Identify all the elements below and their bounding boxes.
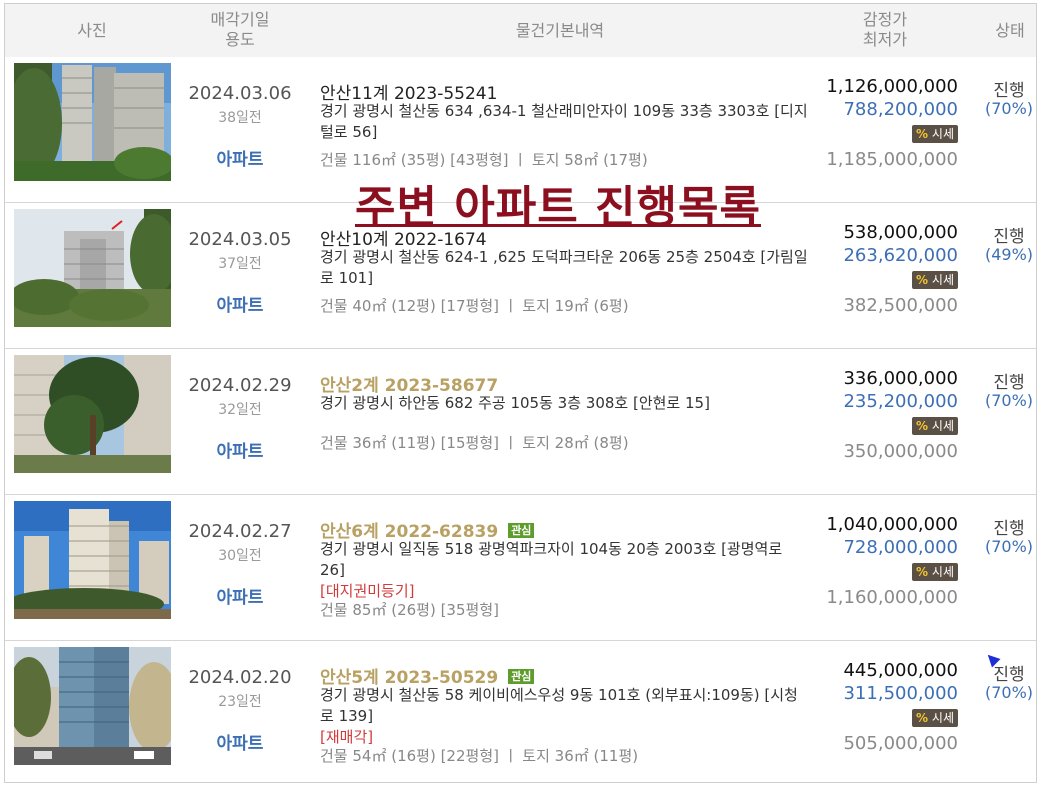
header-date-line2: 용도 [225,30,255,49]
status-ratio: (70%) [984,391,1034,410]
appraisal-price: 1,040,000,000 [826,514,958,535]
percent-icon: % [916,419,929,433]
interest-tag: 관심 [508,669,535,684]
address: 경기 광명시 철산동 624-1 ,625 도덕파크타운 206동 25층 25… [320,248,808,287]
auction-list-table: 사진 매각기일 용도 물건기본내역 감정가 최저가 상태 2024.03.06 … [4,3,1037,783]
days-ago: 37일전 [218,256,262,272]
area-info: 건물 40㎡ (12평) [17평형] ㅣ 토지 19㎡ (6평) [320,297,629,315]
appraisal-price: 538,000,000 [843,222,958,243]
percent-icon: % [916,273,929,287]
market-price: 382,500,000 [843,295,958,316]
market-price-badge[interactable]: % 시세 [912,563,958,581]
interest-tag: 관심 [508,523,535,538]
property-photo[interactable] [14,63,171,181]
usage-link[interactable]: 아파트 [175,729,305,754]
market-label: 시세 [931,711,954,725]
status-ratio: (70%) [984,99,1034,118]
status-text: 진행 [993,227,1025,247]
usage-link[interactable]: 아파트 [175,437,305,462]
auction-date: 2024.02.20 [188,667,292,688]
status-text: 진행 [993,373,1025,393]
market-price-badge[interactable]: % 시세 [912,125,958,143]
auction-date: 2024.03.06 [188,83,292,104]
percent-icon: % [916,127,929,141]
minimum-price: 311,500,000 [843,683,958,704]
status-ratio: (70%) [984,683,1034,702]
header-date-line1: 매각기일 [210,10,270,29]
table-header: 사진 매각기일 용도 물건기본내역 감정가 최저가 상태 [5,4,1036,57]
minimum-price: 728,000,000 [843,537,958,558]
minimum-price: 235,200,000 [843,391,958,412]
days-ago: 32일전 [218,402,262,418]
appraisal-price: 336,000,000 [843,368,958,389]
property-photo[interactable] [14,647,171,765]
header-info: 물건기본내역 [515,21,605,40]
market-label: 시세 [931,127,954,141]
header-status: 상태 [995,21,1025,40]
address: 경기 광명시 하안동 682 주공 105동 3층 308호 [안현로 15] [320,394,710,412]
auction-date: 2024.02.27 [188,521,292,542]
table-row[interactable]: 2024.02.29 32일전 아파트 안산2계 2023-58677 경기 광… [5,349,1036,495]
minimum-price: 263,620,000 [843,245,958,266]
area-info: 건물 85㎡ (26평) [35평형] [320,601,499,619]
market-label: 시세 [931,419,954,433]
address-text: 경기 광명시 철산동 58 케이비에스우성 9동 101호 (외부표시:109동… [320,686,798,725]
property-photo[interactable] [14,209,171,327]
address: 경기 광명시 일직동 518 광명역파크자이 104동 20층 2003호 [광… [320,539,810,602]
usage-link[interactable]: 아파트 [175,291,305,316]
table-row[interactable]: 2024.02.27 30일전 아파트 안산6계 2022-62839 관심 경기… [5,495,1036,641]
status-ratio: (70%) [984,537,1034,556]
overlay-title: 주변 아파트 진행목록 [355,182,761,233]
address: 경기 광명시 철산동 58 케이비에스우성 9동 101호 (외부표시:109동… [320,685,810,748]
market-label: 시세 [931,273,954,287]
header-price-line1: 감정가 [862,10,908,29]
property-photo[interactable] [14,501,171,619]
status-text: 진행 [993,519,1025,539]
market-label: 시세 [931,565,954,579]
usage-link[interactable]: 아파트 [175,145,305,170]
percent-icon: % [916,711,929,725]
market-price: 1,185,000,000 [826,149,958,170]
market-price-badge[interactable]: % 시세 [912,417,958,435]
address: 경기 광명시 철산동 634 ,634-1 철산래미안자이 109동 33층 3… [320,102,808,141]
days-ago: 38일전 [218,110,262,126]
property-photo[interactable] [14,355,171,473]
header-price-line2: 최저가 [862,30,908,49]
market-price: 505,000,000 [843,733,958,754]
appraisal-price: 1,126,000,000 [826,76,958,97]
area-info: 건물 116㎡ (35평) [43평형] ㅣ 토지 58㎡ (17평) [320,151,648,169]
status-text: 진행 [993,665,1025,685]
days-ago: 23일전 [218,694,262,710]
minimum-price: 788,200,000 [843,99,958,120]
status-text: 진행 [993,81,1025,101]
table-row[interactable]: 2024.02.20 23일전 아파트 안산5계 2023-50529 관심 경기… [5,641,1036,782]
auction-date: 2024.03.05 [188,229,292,250]
usage-link[interactable]: 아파트 [175,583,305,608]
area-info: 건물 36㎡ (11평) [15평형] ㅣ 토지 28㎡ (8평) [320,434,629,452]
address-text: 경기 광명시 일직동 518 광명역파크자이 104동 20층 2003호 [광… [320,540,783,579]
header-price: 감정가 최저가 [840,10,930,50]
percent-icon: % [916,565,929,579]
status-ratio: (49%) [984,245,1034,264]
market-price: 1,160,000,000 [826,587,958,608]
appraisal-price: 445,000,000 [843,660,958,681]
market-price: 350,000,000 [843,441,958,462]
days-ago: 30일전 [218,548,262,564]
header-date: 매각기일 용도 [195,10,285,50]
auction-date: 2024.02.29 [188,375,292,396]
market-price-badge[interactable]: % 시세 [912,709,958,727]
market-price-badge[interactable]: % 시세 [912,271,958,289]
area-info: 건물 54㎡ (16평) [22평형] ㅣ 토지 36㎡ (11평) [320,747,639,765]
header-photo: 사진 [77,21,107,40]
